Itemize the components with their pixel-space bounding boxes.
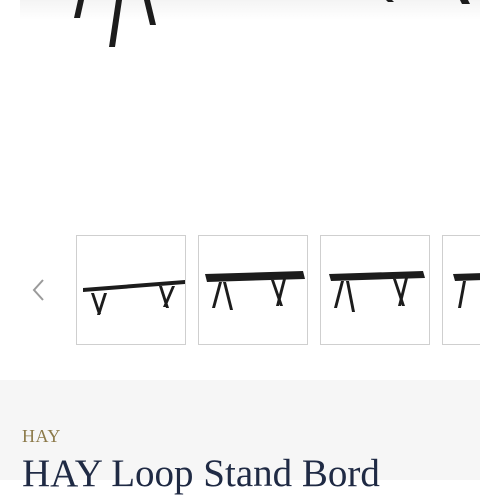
product-info-panel: HAY HAY Loop Stand Bord (0, 380, 480, 495)
hero-table-legs (74, 0, 470, 47)
thumbnail-track (76, 235, 480, 347)
table-image (83, 280, 185, 315)
thumbnail-1[interactable] (76, 235, 186, 345)
image-carousel (0, 230, 480, 350)
thumbnail-4[interactable] (442, 235, 480, 345)
chevron-left-icon (32, 279, 44, 301)
table-image (205, 271, 305, 310)
main-product-image[interactable] (0, 0, 480, 230)
product-title: HAY Loop Stand Bord (22, 452, 380, 495)
thumbnail-3[interactable] (320, 235, 430, 345)
thumbnail-2[interactable] (198, 235, 308, 345)
carousel-prev-button[interactable] (26, 270, 50, 310)
table-image (329, 271, 425, 312)
brand-name[interactable]: HAY (22, 426, 61, 447)
table-image (453, 273, 480, 308)
